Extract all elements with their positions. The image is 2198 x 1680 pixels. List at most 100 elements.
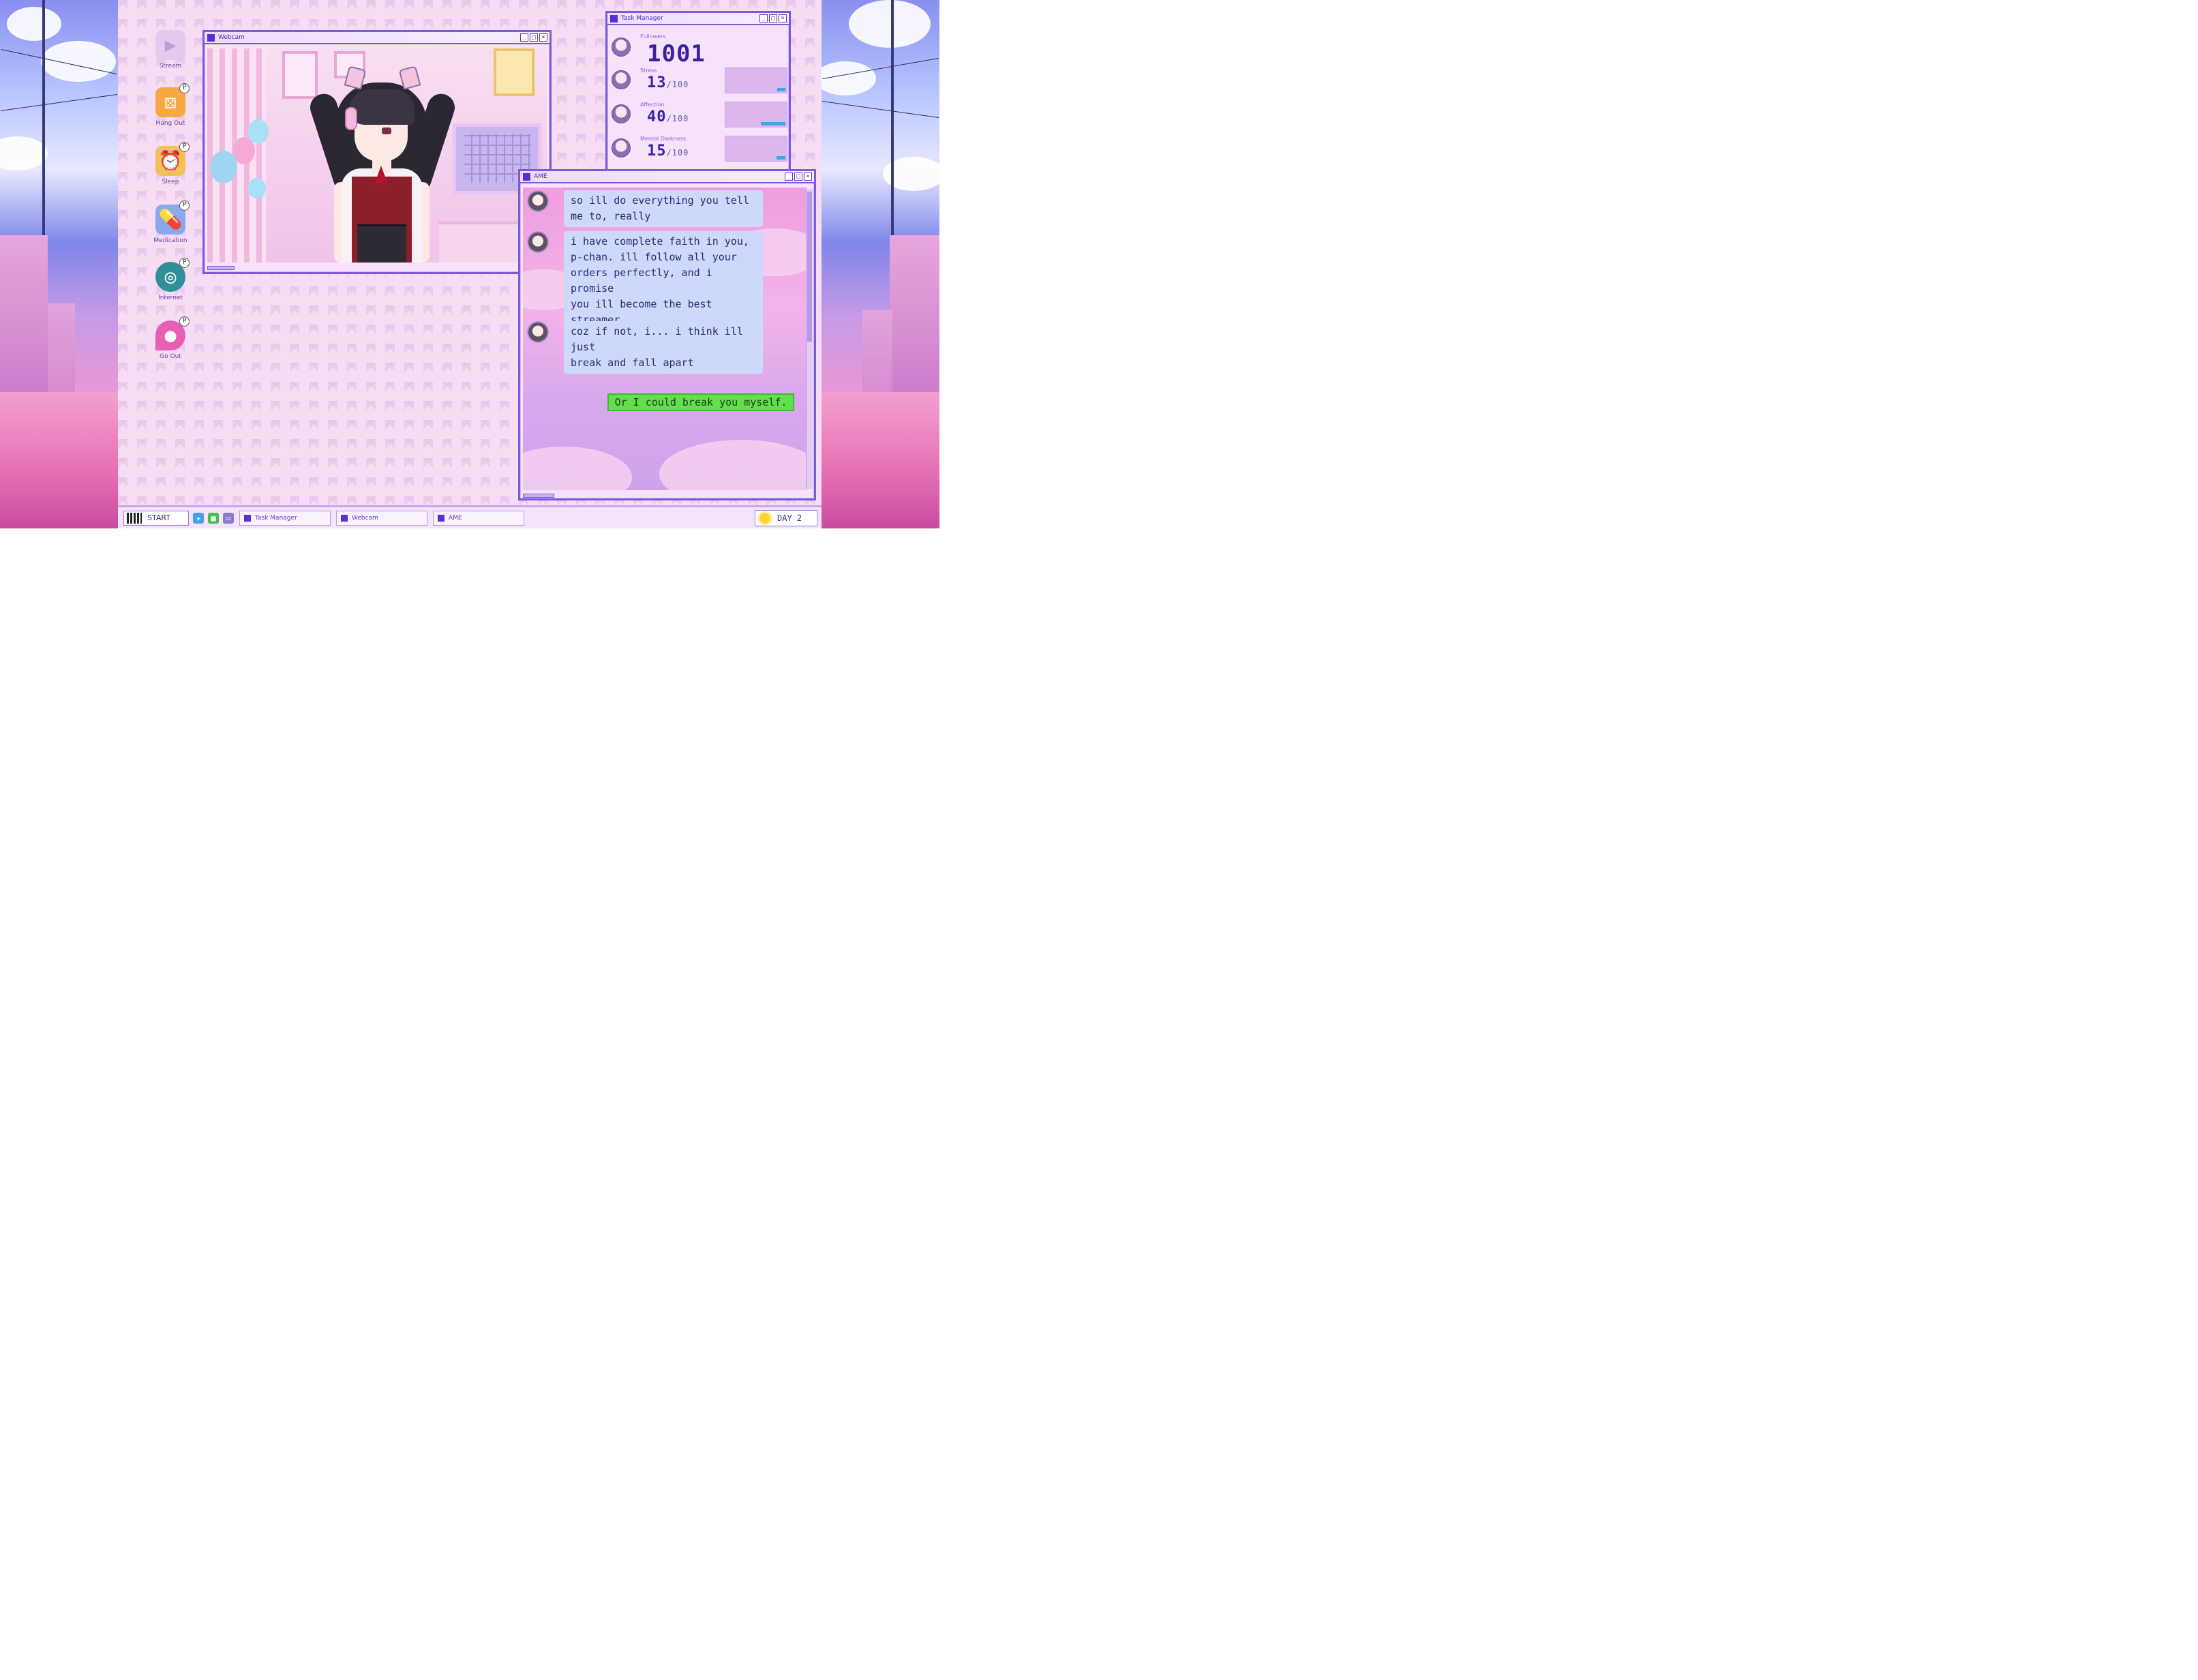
webcam-titlebar[interactable]: Webcam _ □ × xyxy=(205,32,550,44)
right-scenery xyxy=(822,0,939,528)
close-button[interactable]: × xyxy=(539,33,547,42)
stat-bar-fill xyxy=(776,156,785,160)
close-button[interactable]: × xyxy=(804,172,812,181)
maximize-button[interactable]: □ xyxy=(794,172,802,181)
window-icon xyxy=(207,33,215,42)
stat-stress: Stress 13/100 xyxy=(612,68,787,100)
ame-chat-window[interactable]: AME _ □ × so ill do everything you tell … xyxy=(518,169,816,500)
window-icon xyxy=(610,14,618,22)
stat-value: 1001 xyxy=(647,40,706,68)
minimize-button[interactable]: _ xyxy=(785,172,793,181)
stat-label: Followers xyxy=(640,33,666,40)
alarm-clock-icon: ⏰ P xyxy=(155,142,190,176)
window-icon xyxy=(438,514,445,522)
chat-message: coz if not, i... i think ill just break … xyxy=(527,321,772,374)
stat-label: Mental Darkness xyxy=(640,136,687,142)
desktop-icon-label: Go Out xyxy=(160,353,181,360)
chat-status-bar xyxy=(523,494,554,498)
desktop-icon-label: Medication xyxy=(153,237,187,244)
sun-icon xyxy=(759,513,770,524)
message-bubble: i have complete faith in you, p-chan. il… xyxy=(564,231,763,331)
followers-avatar-icon xyxy=(612,38,631,57)
desktop-icon-internet[interactable]: ◎ P Internet xyxy=(149,258,192,301)
ame-avatar-icon xyxy=(527,190,549,212)
stat-value: 40/100 xyxy=(647,108,689,125)
stat-affection: Affection 40/100 xyxy=(612,102,787,134)
desktop-icon-go-out[interactable]: ● P Go Out xyxy=(149,316,192,360)
start-button[interactable]: START xyxy=(123,510,189,526)
day-indicator: DAY 2 xyxy=(755,510,817,526)
stat-bar xyxy=(725,68,787,93)
task-manager-titlebar[interactable]: Task Manager _ □ × xyxy=(607,13,789,25)
scrollbar-thumb[interactable] xyxy=(807,192,812,342)
taskbar-item-task-manager[interactable]: Task Manager xyxy=(239,510,331,526)
dice-icon: ⚄ P xyxy=(155,83,190,117)
webcam-feed xyxy=(207,48,547,262)
chat-scrollbar[interactable] xyxy=(806,189,813,489)
left-scenery xyxy=(0,0,118,528)
desktop-icon-label: Hang Out xyxy=(155,120,185,127)
maximize-button[interactable]: □ xyxy=(530,33,538,42)
taskbar-item-label: Webcam xyxy=(352,514,378,522)
start-logo-icon xyxy=(127,512,142,524)
message-bubble: so ill do everything you tell me to, rea… xyxy=(564,190,763,227)
taskbar: START ✦ ■ ▭ Task Manager Webcam AME DAY … xyxy=(118,505,822,528)
mental-darkness-avatar-icon xyxy=(612,138,631,158)
desktop-icon-label: Internet xyxy=(158,295,183,301)
stat-followers: Followers 1001 xyxy=(612,33,786,68)
desktop-icon-label: Sleep xyxy=(162,179,179,185)
stat-label: Stress xyxy=(640,68,657,74)
chat-log[interactable]: so ill do everything you tell me to, rea… xyxy=(523,188,807,490)
taskbar-item-label: AME xyxy=(449,514,462,522)
window-icon xyxy=(244,514,251,522)
task-manager-window[interactable]: Task Manager _ □ × Followers 1001 Stress… xyxy=(605,11,791,172)
affection-avatar-icon xyxy=(612,104,631,123)
window-icon xyxy=(523,172,530,181)
game-screen: ▶ Stream ⚄ P Hang Out ⏰ P Sleep 💊 P Medicat… xyxy=(0,0,939,528)
desktop-icon-stream[interactable]: ▶ Stream xyxy=(149,30,192,70)
message-bubble: coz if not, i... i think ill just break … xyxy=(564,321,763,374)
pill-icon: 💊 P xyxy=(155,200,190,235)
stat-mental-darkness: Mental Darkness 15/100 xyxy=(612,136,787,168)
chat-message: i have complete faith in you, p-chan. il… xyxy=(527,231,772,331)
stat-bar xyxy=(725,102,787,127)
ame-chat-titlebar[interactable]: AME _ □ × xyxy=(520,171,814,183)
minimize-button[interactable]: _ xyxy=(759,14,768,22)
stat-value: 15/100 xyxy=(647,142,689,160)
stat-label: Affection xyxy=(640,102,665,108)
map-pin-icon: ● P xyxy=(155,316,190,350)
stat-bar-fill xyxy=(777,88,785,91)
close-button[interactable]: × xyxy=(779,14,787,22)
window-title: Webcam xyxy=(218,34,245,41)
bird-icon[interactable]: ✦ xyxy=(193,512,204,524)
minimize-button[interactable]: _ xyxy=(520,33,528,42)
webcam-window[interactable]: Webcam _ □ × xyxy=(202,30,552,274)
taskbar-item-ame[interactable]: AME xyxy=(433,510,524,526)
stress-avatar-icon xyxy=(612,70,631,89)
play-icon: ▶ xyxy=(155,30,185,60)
chat-icon[interactable]: ■ xyxy=(208,512,219,524)
stat-bar-fill xyxy=(761,122,785,125)
desktop-icon-hang-out[interactable]: ⚄ P Hang Out xyxy=(149,83,192,127)
taskbar-item-webcam[interactable]: Webcam xyxy=(336,510,427,526)
monitor-icon[interactable]: ▭ xyxy=(223,512,234,524)
taskbar-item-label: Task Manager xyxy=(255,514,297,522)
desktop-icon-label: Stream xyxy=(159,63,182,70)
window-title: Task Manager xyxy=(621,15,663,22)
ame-avatar-icon xyxy=(527,321,549,343)
chat-message: so ill do everything you tell me to, rea… xyxy=(527,190,772,227)
ame-avatar-icon xyxy=(527,231,549,253)
stat-value: 13/100 xyxy=(647,74,689,91)
start-label: START xyxy=(147,513,170,522)
player-reply-bubble[interactable]: Or I could break you myself. xyxy=(607,393,794,411)
globe-search-icon: ◎ P xyxy=(155,258,190,292)
maximize-button[interactable]: □ xyxy=(769,14,777,22)
desktop-icon-sleep[interactable]: ⏰ P Sleep xyxy=(149,142,192,185)
day-label: DAY 2 xyxy=(777,513,802,523)
ame-character xyxy=(306,62,459,262)
webcam-status-bar xyxy=(207,266,235,270)
window-icon xyxy=(341,514,348,522)
desktop-icon-medication[interactable]: 💊 P Medication xyxy=(149,200,192,244)
stat-bar xyxy=(725,136,787,162)
window-title: AME xyxy=(534,173,547,180)
